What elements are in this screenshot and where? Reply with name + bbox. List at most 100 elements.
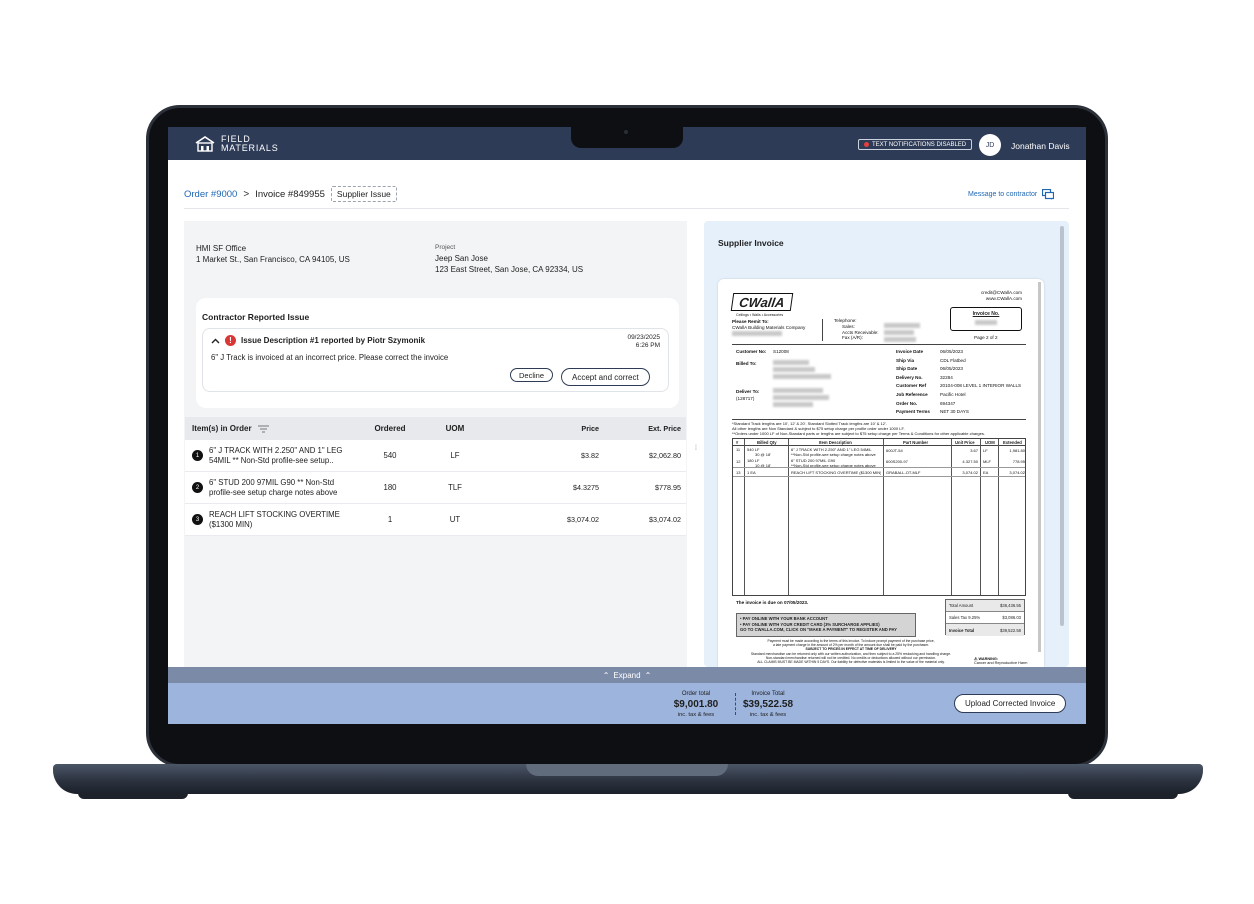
- item-price: $3,074.02: [567, 515, 599, 524]
- building-icon: [195, 136, 215, 152]
- item-ordered: 180: [383, 483, 397, 492]
- line-unit: 3.67: [970, 448, 978, 453]
- invoice-total-label: Invoice Total: [751, 691, 785, 697]
- total-row: Invoice Total $39,522.58: [946, 624, 1024, 636]
- item-uom: UT: [449, 515, 461, 524]
- header-vertical-rule: [822, 319, 823, 341]
- warning-icon: ⚠: [974, 657, 978, 661]
- terms-footer: Payment must be made according to the te…: [736, 639, 966, 664]
- invoice-totals: Total Amount $36,436.55 Sales Tax 9.25% $3…: [945, 599, 1025, 636]
- deliver-code: (128717): [736, 396, 755, 401]
- total-label: Total Amount: [949, 603, 974, 608]
- invoice-no-label: Invoice No.: [972, 311, 1000, 317]
- item-ext-price: $2,062.80: [649, 451, 681, 460]
- item-cell: 3 REACH LIFT STOCKING OVERTIME ($1300 MI…: [185, 510, 365, 530]
- chat-icon: [1042, 189, 1055, 200]
- invoice-table-header: # Billed Qty Item Description Part Numbe…: [733, 439, 1025, 446]
- panel-resize-handle[interactable]: ⁞: [695, 445, 697, 452]
- meta-label: Delivery No.: [896, 374, 923, 380]
- items-table: Item(s) in Order Ordered UOM Price Ext. …: [185, 417, 686, 536]
- invoice-total-value: $39,522.58: [742, 699, 794, 710]
- line-ext: 1,981.80: [1009, 448, 1025, 453]
- item-ext-price: $778.95: [655, 483, 681, 492]
- order-total-label: Order total: [681, 691, 711, 697]
- logo-tagline: Ceilings • Walls • Accessories: [736, 313, 784, 317]
- notification-dot-icon: [864, 142, 869, 147]
- meta-value: Pacific Hotel: [940, 391, 966, 397]
- col-rule: [883, 439, 884, 595]
- invoice-meta-labels: Invoice Date Ship Via Ship Date Delivery…: [896, 348, 930, 417]
- expand-label: Expand: [613, 670, 641, 680]
- panel-scrollbar[interactable]: [1060, 226, 1064, 626]
- invoice-meta-values: 06/05/2023 CDL Flatbed 06/05/2023 32284 …: [940, 348, 1021, 417]
- total-label: Sales Tax 9.25%: [949, 615, 981, 620]
- accept-and-correct-button[interactable]: Accept and correct: [561, 368, 650, 386]
- issue-time: 6:26 PM: [635, 342, 660, 349]
- cwalla-logo: CWallA: [730, 293, 794, 311]
- invoice-line-table: # Billed Qty Item Description Part Numbe…: [732, 438, 1026, 596]
- app-screen: FIELD MATERIALS TEXT NOTIFICATIONS DISAB…: [168, 127, 1086, 724]
- invoice-total-block: Invoice Total $39,522.58 inc. tax & fees: [740, 690, 796, 720]
- th-num: #: [736, 440, 739, 445]
- meta-value: NET 30 DAYS: [940, 409, 969, 415]
- warning-title-text: WARNING:: [978, 657, 999, 661]
- item-cell: 2 6" STUD 200 97MIL G90 ** Non-Std profi…: [185, 478, 365, 498]
- terms-line: ALL CLAIMS MUST BE MADE WITHIN 5 DAYS. O…: [757, 660, 945, 665]
- invoice-number-box: Invoice No.: [950, 307, 1022, 331]
- line-ext: 778.95: [1012, 459, 1025, 464]
- chevron-up-icon[interactable]: [211, 338, 220, 344]
- item-description: 6" STUD 200 97MIL G90 ** Non-Std profile…: [209, 478, 337, 498]
- total-row: Sales Tax 9.25% $3,086.03: [946, 612, 1024, 624]
- user-name[interactable]: Jonathan Davis: [1011, 141, 1070, 151]
- order-total-block: Order total $9,001.80 inc. tax & fees: [671, 690, 721, 720]
- item-price: $3.82: [581, 451, 599, 460]
- avatar[interactable]: JD: [979, 134, 1001, 156]
- app-logo[interactable]: FIELD MATERIALS: [195, 135, 279, 153]
- customer-no: S12008: [773, 349, 789, 354]
- invoice-notes: *Standard Track lengths are 10', 12' & 2…: [732, 421, 1028, 436]
- column-header-item[interactable]: Item(s) in Order: [185, 424, 365, 433]
- breadcrumb-order-link[interactable]: Order #9000: [184, 189, 237, 200]
- filter-icon[interactable]: [257, 425, 269, 433]
- item-desc-line-1: 6" STUD 200 97MIL G90 ** Non-Std: [209, 477, 335, 487]
- meta-label: Invoice Date: [896, 349, 924, 354]
- th-qty: Billed Qty: [757, 440, 777, 445]
- table-row[interactable]: 2 6" STUD 200 97MIL G90 ** Non-Std profi…: [185, 472, 686, 504]
- item-number-badge: 1: [192, 450, 203, 461]
- table-row[interactable]: 3 REACH LIFT STOCKING OVERTIME ($1300 MI…: [185, 504, 686, 536]
- invoice-no-redacted: [951, 320, 1021, 327]
- expand-bar[interactable]: ⌃ Expand ⌃: [168, 667, 1086, 683]
- fax-label: Fax (A/R):: [842, 335, 863, 341]
- meta-label: Job Reference: [896, 391, 928, 397]
- meta-label: Order No.: [896, 400, 918, 406]
- total-value: $36,436.55: [1000, 603, 1021, 608]
- camera-icon: [624, 130, 628, 134]
- document-scrollbar[interactable]: [1038, 282, 1041, 652]
- upload-corrected-invoice-button[interactable]: Upload Corrected Invoice: [954, 694, 1067, 713]
- item-desc-line-2: 54MIL ** Non-Std profile-see setup..: [209, 455, 334, 465]
- remit-address-redacted: [732, 331, 782, 338]
- billed-to-label: Billed To:: [736, 361, 757, 366]
- page-label: Page 2 of 2: [974, 335, 998, 340]
- column-header-price: Price: [581, 424, 599, 433]
- item-uom: LF: [450, 451, 460, 460]
- item-ordered: 540: [383, 451, 397, 460]
- item-cell: 1 6" J TRACK WITH 2.250" AND 1" LEG 54MI…: [185, 446, 365, 466]
- order-total-sub: inc. tax & fees: [677, 712, 715, 718]
- meta-label: Customer Ref: [896, 383, 927, 389]
- line-qty-detail: 30 @ 18': [755, 451, 771, 457]
- item-ext-price: $3,074.02: [649, 515, 681, 524]
- line-part: 600S200-97: [886, 459, 908, 464]
- table-row[interactable]: 1 6" J TRACK WITH 2.250" AND 1" LEG 54MI…: [185, 440, 686, 472]
- line-part: 600JT-54: [886, 448, 903, 453]
- project-street: 123 East Street, San Jose, CA 92334, US: [435, 265, 584, 274]
- message-contractor-link[interactable]: Message to contractor: [968, 189, 1055, 200]
- decline-button[interactable]: Decline: [510, 368, 554, 382]
- line-num: 11: [736, 447, 741, 452]
- notification-status-badge[interactable]: TEXT NOTIFICATIONS DISABLED: [858, 139, 973, 150]
- item-ordered: 1: [387, 515, 393, 524]
- line-uom: MLF: [983, 459, 991, 464]
- line-uom: LF: [983, 448, 988, 453]
- invoice-document[interactable]: CWallA Ceilings • Walls • Accessories Pl…: [718, 279, 1044, 667]
- supplier-invoice-title: Supplier Invoice: [718, 238, 784, 248]
